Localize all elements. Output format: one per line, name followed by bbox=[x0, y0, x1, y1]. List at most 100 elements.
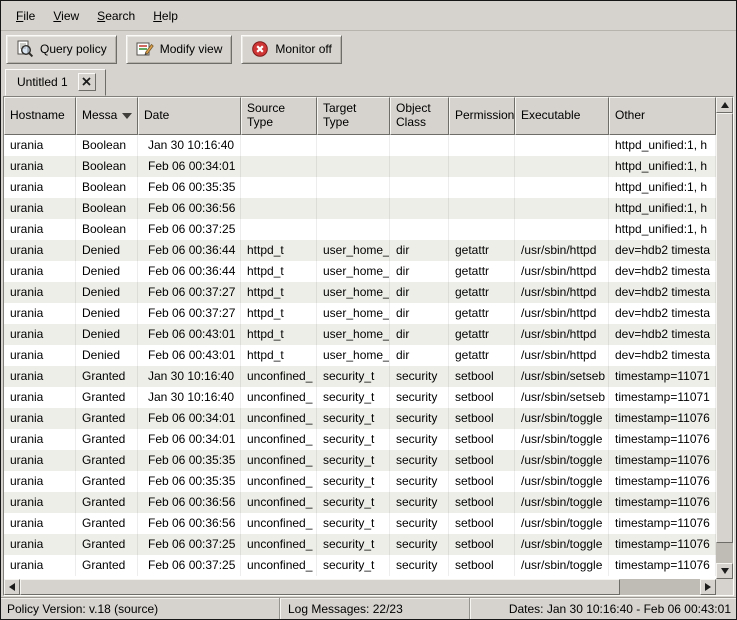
table-cell: user_home_ bbox=[317, 324, 390, 345]
scroll-right-button[interactable] bbox=[700, 579, 716, 595]
toolbar: Query policy Modify view Monitor off bbox=[1, 31, 736, 67]
column-header-source-type[interactable]: Source Type bbox=[241, 97, 317, 135]
table-cell: urania bbox=[4, 555, 76, 576]
table-row[interactable]: uraniaBooleanFeb 06 00:34:01httpd_unifie… bbox=[4, 156, 716, 177]
table-cell: Feb 06 00:34:01 bbox=[138, 429, 241, 450]
column-header-label: Source Type bbox=[247, 102, 311, 130]
table-cell: getattr bbox=[449, 261, 515, 282]
table-cell: dir bbox=[390, 282, 449, 303]
table-cell: getattr bbox=[449, 282, 515, 303]
tab-label: Untitled 1 bbox=[17, 75, 68, 89]
table-cell: Feb 06 00:37:27 bbox=[138, 282, 241, 303]
table-cell: Feb 06 00:35:35 bbox=[138, 450, 241, 471]
table-cell: timestamp=11076 bbox=[609, 450, 716, 471]
table-row[interactable]: uraniaGrantedFeb 06 00:34:01unconfined_s… bbox=[4, 408, 716, 429]
table-row[interactable]: uraniaGrantedJan 30 10:16:40unconfined_s… bbox=[4, 387, 716, 408]
table-cell: dir bbox=[390, 303, 449, 324]
table-cell: Boolean bbox=[76, 198, 138, 219]
table-cell: Feb 06 00:35:35 bbox=[138, 177, 241, 198]
tab-close-button[interactable] bbox=[78, 73, 96, 91]
monitor-off-button[interactable]: Monitor off bbox=[241, 35, 341, 64]
table-row[interactable]: uraniaDeniedFeb 06 00:36:44httpd_tuser_h… bbox=[4, 261, 716, 282]
table-row[interactable]: uraniaGrantedFeb 06 00:36:56unconfined_s… bbox=[4, 513, 716, 534]
table-cell: urania bbox=[4, 471, 76, 492]
table-cell: /usr/sbin/toggle bbox=[515, 429, 609, 450]
table-cell bbox=[449, 156, 515, 177]
column-header-label: Executable bbox=[521, 109, 580, 123]
column-header-other[interactable]: Other bbox=[609, 97, 716, 135]
scroll-down-button[interactable] bbox=[716, 563, 733, 579]
table-row[interactable]: uraniaGrantedFeb 06 00:37:25unconfined_s… bbox=[4, 534, 716, 555]
table-cell: setbool bbox=[449, 366, 515, 387]
table-row[interactable]: uraniaGrantedJan 30 10:16:40unconfined_s… bbox=[4, 366, 716, 387]
table-cell: security_t bbox=[317, 471, 390, 492]
column-header-label: Other bbox=[615, 109, 645, 123]
modify-view-button[interactable]: Modify view bbox=[126, 35, 233, 64]
table-row[interactable]: uraniaDeniedFeb 06 00:37:27httpd_tuser_h… bbox=[4, 303, 716, 324]
table-row[interactable]: uraniaBooleanFeb 06 00:37:25httpd_unifie… bbox=[4, 219, 716, 240]
table-cell: httpd_unified:1, h bbox=[609, 198, 716, 219]
table-body: uraniaBooleanJan 30 10:16:40httpd_unifie… bbox=[4, 135, 716, 579]
column-header-target-type[interactable]: Target Type bbox=[317, 97, 390, 135]
table-cell: Feb 06 00:34:01 bbox=[138, 156, 241, 177]
table-cell: Granted bbox=[76, 429, 138, 450]
table-cell: Feb 06 00:36:56 bbox=[138, 198, 241, 219]
table-cell: Granted bbox=[76, 534, 138, 555]
column-header-object-class[interactable]: Object Class bbox=[390, 97, 449, 135]
column-header-executable[interactable]: Executable bbox=[515, 97, 609, 135]
table-row[interactable]: uraniaBooleanJan 30 10:16:40httpd_unifie… bbox=[4, 135, 716, 156]
table-cell: setbool bbox=[449, 429, 515, 450]
table-row[interactable]: uraniaBooleanFeb 06 00:35:35httpd_unifie… bbox=[4, 177, 716, 198]
table-cell: security_t bbox=[317, 429, 390, 450]
menu-search[interactable]: Search bbox=[88, 4, 144, 28]
table-cell: /usr/sbin/setseb bbox=[515, 366, 609, 387]
arrow-up-icon bbox=[721, 102, 729, 108]
horizontal-scrollbar-thumb[interactable] bbox=[20, 579, 620, 595]
table-row[interactable]: uraniaGrantedFeb 06 00:34:01unconfined_s… bbox=[4, 429, 716, 450]
statusbar-policy-version: Policy Version: v.18 (source) bbox=[1, 602, 279, 616]
table-cell: setbool bbox=[449, 513, 515, 534]
table-row[interactable]: uraniaGrantedFeb 06 00:35:35unconfined_s… bbox=[4, 471, 716, 492]
table-cell bbox=[515, 135, 609, 156]
scroll-up-button[interactable] bbox=[716, 97, 733, 113]
column-header-label: Messa bbox=[82, 109, 117, 123]
table-cell bbox=[390, 219, 449, 240]
vertical-scrollbar-thumb[interactable] bbox=[716, 113, 733, 543]
table-cell bbox=[317, 198, 390, 219]
table-row[interactable]: uraniaDeniedFeb 06 00:43:01httpd_tuser_h… bbox=[4, 345, 716, 366]
table-cell bbox=[515, 177, 609, 198]
tab-untitled-1[interactable]: Untitled 1 bbox=[5, 69, 106, 96]
table-row[interactable]: uraniaGrantedFeb 06 00:36:56unconfined_s… bbox=[4, 492, 716, 513]
table-cell: security bbox=[390, 534, 449, 555]
table-cell: Granted bbox=[76, 471, 138, 492]
scroll-left-button[interactable] bbox=[4, 579, 20, 595]
menu-search-label: Search bbox=[97, 9, 135, 23]
column-header-date[interactable]: Date bbox=[138, 97, 241, 135]
table-cell: urania bbox=[4, 135, 76, 156]
menu-help[interactable]: Help bbox=[144, 4, 187, 28]
table-cell: user_home_ bbox=[317, 345, 390, 366]
table-cell: timestamp=11076 bbox=[609, 429, 716, 450]
table-row[interactable]: uraniaDeniedFeb 06 00:37:27httpd_tuser_h… bbox=[4, 282, 716, 303]
column-header-permission[interactable]: Permission bbox=[449, 97, 515, 135]
query-policy-button[interactable]: Query policy bbox=[6, 35, 117, 64]
table-row[interactable]: uraniaDeniedFeb 06 00:36:44httpd_tuser_h… bbox=[4, 240, 716, 261]
column-header-hostname[interactable]: Hostname bbox=[4, 97, 76, 135]
horizontal-scrollbar[interactable] bbox=[4, 579, 716, 595]
table-cell: unconfined_ bbox=[241, 387, 317, 408]
table-row[interactable]: uraniaBooleanFeb 06 00:36:56httpd_unifie… bbox=[4, 198, 716, 219]
table-cell bbox=[449, 177, 515, 198]
table-cell: timestamp=11071 bbox=[609, 387, 716, 408]
table-cell: unconfined_ bbox=[241, 366, 317, 387]
table-row[interactable]: uraniaGrantedFeb 06 00:35:35unconfined_s… bbox=[4, 450, 716, 471]
sort-desc-icon bbox=[122, 113, 132, 119]
menu-view[interactable]: View bbox=[44, 4, 88, 28]
table-row[interactable]: uraniaGrantedFeb 06 00:37:25unconfined_s… bbox=[4, 555, 716, 576]
column-header-label: Object Class bbox=[396, 102, 443, 130]
table-cell: dev=hdb2 timesta bbox=[609, 261, 716, 282]
vertical-scrollbar[interactable] bbox=[716, 97, 733, 579]
table-row[interactable]: uraniaDeniedFeb 06 00:43:01httpd_tuser_h… bbox=[4, 324, 716, 345]
menu-file[interactable]: File bbox=[7, 4, 44, 28]
table-cell: dev=hdb2 timesta bbox=[609, 345, 716, 366]
column-header-message[interactable]: Messa bbox=[76, 97, 138, 135]
